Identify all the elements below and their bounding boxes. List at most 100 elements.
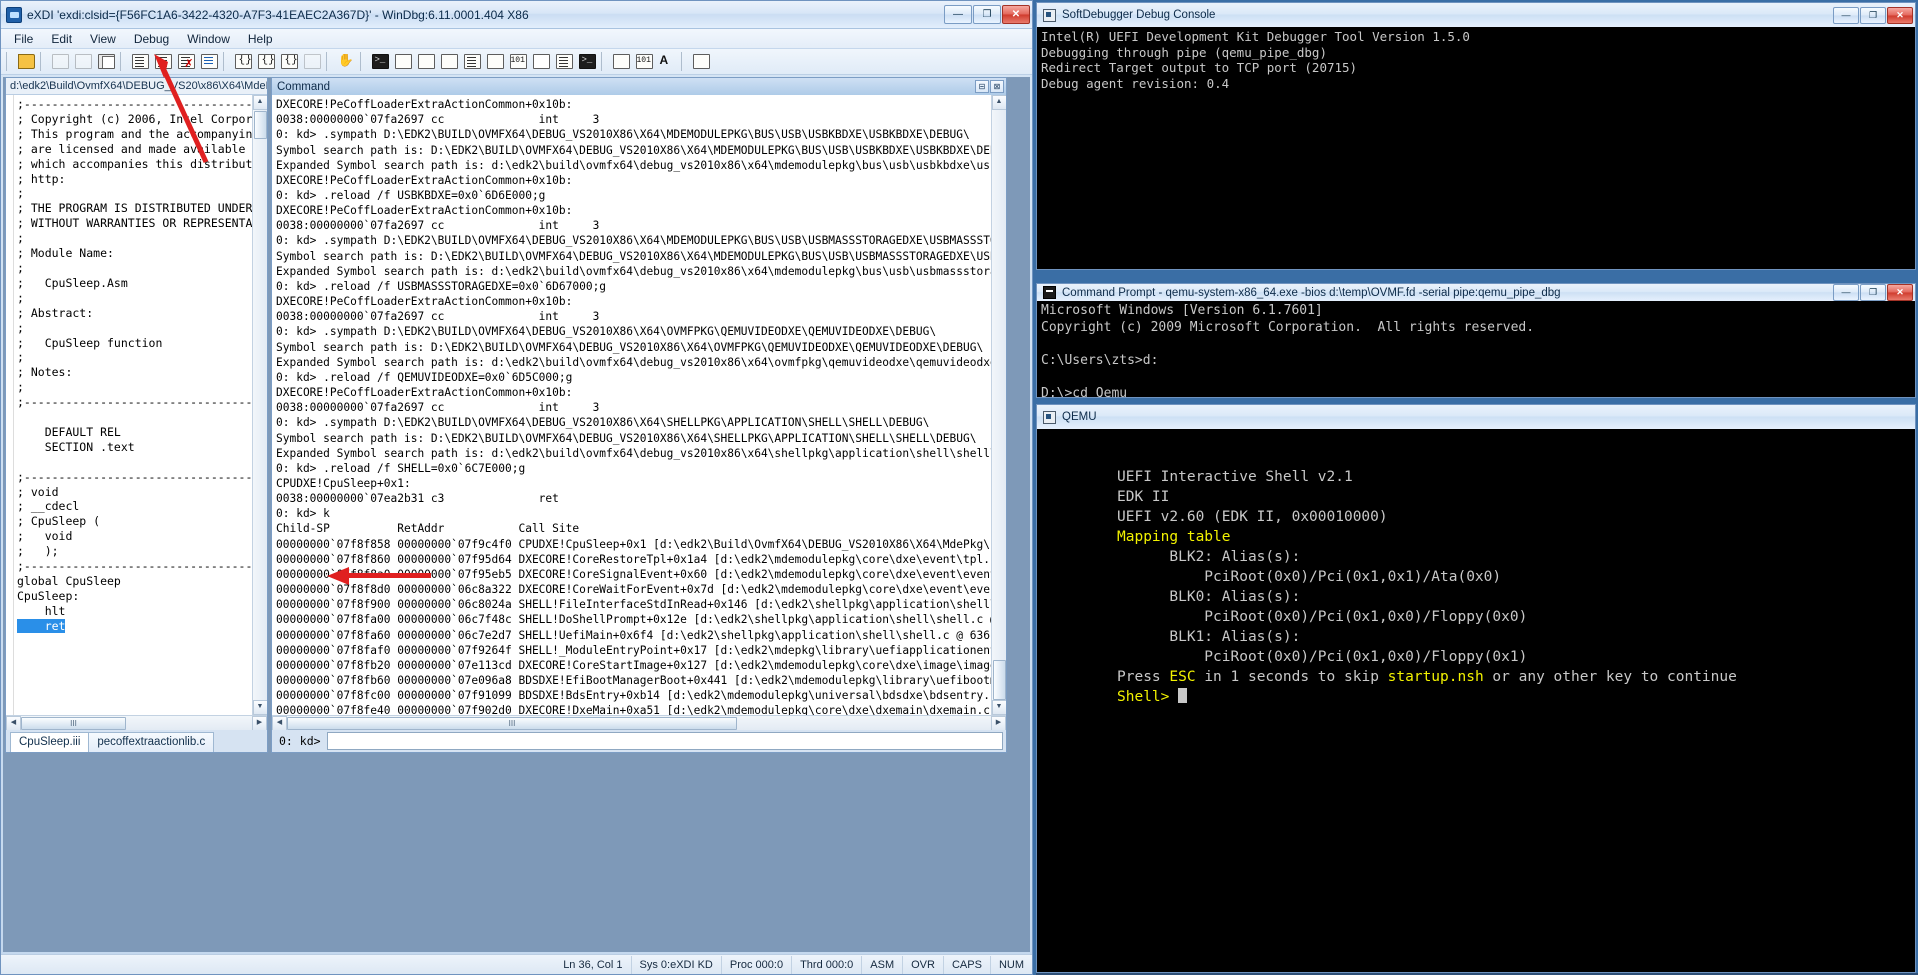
- console-line: D:\>cd Qemu: [1041, 385, 1128, 398]
- hscroll-track[interactable]: [126, 717, 252, 730]
- scroll-right-icon[interactable]: ▶: [252, 715, 267, 731]
- open-file-button[interactable]: [15, 51, 37, 72]
- minimize-button[interactable]: —: [944, 5, 972, 24]
- hscroll-track[interactable]: [737, 717, 991, 730]
- command-vertical-scrollbar[interactable]: ▲ ▼: [991, 95, 1006, 715]
- command-window-button[interactable]: [369, 51, 391, 72]
- restart-button[interactable]: [198, 51, 220, 72]
- memory-window-button[interactable]: [461, 51, 483, 72]
- windbg-titlebar: eXDI 'exdi:clsid={F56FC1A6-3422-4320-A7F…: [1, 1, 1032, 29]
- scroll-thumb[interactable]: [992, 660, 1006, 700]
- scroll-left-icon[interactable]: ◀: [272, 715, 287, 731]
- numbers-icon: [635, 54, 653, 69]
- qemu-console[interactable]: UEFI Interactive Shell v2.1 EDK II UEFI v2…: [1037, 429, 1915, 972]
- qemu-console-line: Mapping table: [1117, 529, 1231, 545]
- watch-window-button[interactable]: [392, 51, 414, 72]
- minimize-button[interactable]: —: [1833, 284, 1859, 301]
- options-icon: [692, 54, 710, 69]
- command-output-area[interactable]: DXECORE!PeCoffLoaderExtraActionCommon+0x…: [272, 95, 1006, 715]
- qemu-title: QEMU: [1062, 411, 1097, 423]
- maximize-button[interactable]: ❐: [1860, 284, 1886, 301]
- hscroll-thumb[interactable]: III: [21, 716, 126, 730]
- maximize-button[interactable]: ❐: [973, 5, 1001, 24]
- menu-item-file[interactable]: File: [5, 30, 42, 48]
- processes-button[interactable]: [553, 51, 575, 72]
- windbg-menubar: File Edit View Debug Window Help: [1, 29, 1032, 49]
- disassembly-window-button[interactable]: [507, 51, 529, 72]
- scroll-up-icon[interactable]: ▲: [991, 95, 1006, 111]
- close-button[interactable]: ✕: [1887, 6, 1913, 24]
- toolbar-separator: [120, 52, 126, 71]
- softdebugger-title: SoftDebugger Debug Console: [1062, 9, 1216, 21]
- copy-button[interactable]: [72, 51, 94, 72]
- tab-pecoffextraactionlib[interactable]: pecoffextraactionlib.c: [88, 732, 215, 752]
- line-numbers-button[interactable]: [633, 51, 655, 72]
- menu-item-window[interactable]: Window: [178, 30, 239, 48]
- scroll-right-icon[interactable]: ▶: [991, 715, 1006, 731]
- step-out-src-button[interactable]: [278, 51, 300, 72]
- step-into-src-button[interactable]: [232, 51, 254, 72]
- menu-item-debug[interactable]: Debug: [125, 30, 178, 48]
- step-into-braces-icon: [234, 54, 252, 69]
- cut-button[interactable]: [49, 51, 71, 72]
- command-input[interactable]: [326, 732, 1003, 750]
- locals-window-button[interactable]: [415, 51, 437, 72]
- step-over-button[interactable]: [152, 51, 174, 72]
- command-horizontal-scrollbar[interactable]: ◀ III ▶: [272, 715, 1006, 731]
- source-vertical-scrollbar[interactable]: ▲ ▼: [252, 95, 267, 715]
- stop-debug-button[interactable]: [175, 51, 197, 72]
- source-horizontal-scrollbar[interactable]: ◀ III ▶: [6, 715, 267, 731]
- command-window-titlebar: Command ⊟ ⊠: [272, 78, 1006, 96]
- source-code-area[interactable]: ;---------------------------------------…: [6, 95, 267, 715]
- run-to-cursor-button[interactable]: [301, 51, 323, 72]
- menu-item-help[interactable]: Help: [239, 30, 282, 48]
- shell-prompt-line[interactable]: Shell>: [1117, 687, 1911, 707]
- break-button[interactable]: [335, 51, 357, 72]
- qemu-app-icon: [1043, 410, 1056, 424]
- calls-window-button[interactable]: [484, 51, 506, 72]
- scroll-left-icon[interactable]: ◀: [6, 715, 21, 731]
- options-button[interactable]: [690, 51, 712, 72]
- minimize-button[interactable]: —: [1833, 6, 1859, 24]
- console-line: Copyright (c) 2009 Microsoft Corporation…: [1041, 319, 1535, 335]
- shell-prompt-label: Shell>: [1117, 689, 1179, 705]
- close-button[interactable]: ✕: [1887, 284, 1913, 301]
- esc-key-label: ESC: [1169, 669, 1196, 685]
- scroll-down-icon[interactable]: ▼: [991, 700, 1006, 715]
- menu-item-edit[interactable]: Edit: [42, 30, 81, 48]
- registers-window-button[interactable]: [438, 51, 460, 72]
- scroll-up-icon[interactable]: ▲: [252, 95, 267, 110]
- command-prompt-titlebar: Command Prompt - qemu-system-x86_64.exe …: [1037, 284, 1915, 301]
- status-asm: ASM: [861, 955, 902, 974]
- scroll-down-icon[interactable]: ▼: [252, 700, 267, 715]
- text-cursor: [1178, 688, 1188, 703]
- status-caps: CAPS: [942, 955, 990, 974]
- source-code-text[interactable]: ;---------------------------------------…: [14, 95, 252, 715]
- close-button[interactable]: ✕: [1002, 5, 1030, 24]
- tab-cpusleep[interactable]: CpuSleep.iii: [10, 732, 90, 752]
- command-prompt-console[interactable]: Microsoft Windows [Version 6.1.7601] Copy…: [1037, 301, 1915, 397]
- breakpoints-button[interactable]: [610, 51, 632, 72]
- paste-button[interactable]: [95, 51, 117, 72]
- command-prompt-window: Command Prompt - qemu-system-x86_64.exe …: [1036, 283, 1916, 398]
- command-close-button[interactable]: ⊠: [990, 80, 1004, 94]
- maximize-button[interactable]: ❐: [1860, 6, 1886, 24]
- scroll-thumb[interactable]: [253, 111, 267, 139]
- toolbar-separator: [6, 52, 12, 71]
- font-button[interactable]: [656, 51, 678, 72]
- step-into-button[interactable]: [129, 51, 151, 72]
- toolbar-separator: [360, 52, 366, 71]
- source-child-window: d:\edk2\Build\OvmfX64\DEBUG_VS20\x86\X64…: [5, 77, 268, 753]
- step-over-src-button[interactable]: [255, 51, 277, 72]
- toolbar-separator: [40, 52, 46, 71]
- status-ovr: OVR: [902, 955, 943, 974]
- source-window-button[interactable]: [576, 51, 598, 72]
- hscroll-thumb[interactable]: III: [287, 716, 737, 730]
- status-thread: Thrd 000:0: [791, 955, 861, 974]
- hand-icon: [338, 54, 355, 69]
- menu-item-view[interactable]: View: [81, 30, 125, 48]
- qemu-titlebar: QEMU: [1037, 405, 1915, 429]
- scratch-pad-button[interactable]: [530, 51, 552, 72]
- command-restore-button[interactable]: ⊟: [975, 80, 989, 94]
